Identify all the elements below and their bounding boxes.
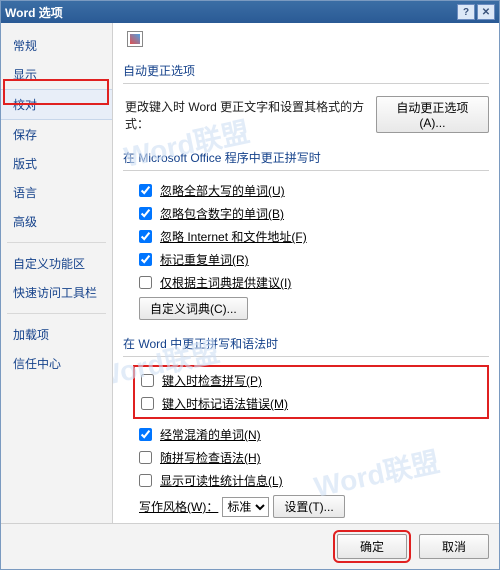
checkbox[interactable]: [139, 451, 152, 464]
sidebar-item-proofing[interactable]: 校对: [1, 89, 112, 120]
sidebar: 常规 显示 校对 保存 版式 语言 高级 自定义功能区 快速访问工具栏 加载项 …: [1, 23, 113, 523]
help-button[interactable]: ?: [457, 4, 475, 20]
opt-mark-grammar-typing[interactable]: 键入时标记语法错误(M): [137, 392, 485, 415]
autocorrect-line: 更改键入时 Word 更正文字和设置其格式的方式： 自动更正选项(A)...: [123, 92, 489, 137]
ok-button[interactable]: 确定: [337, 534, 407, 559]
opt-main-dict[interactable]: 仅根据主词典提供建议(I): [123, 271, 489, 294]
opt-ignore-numbers[interactable]: 忽略包含数字的单词(B): [123, 202, 489, 225]
checkbox[interactable]: [139, 207, 152, 220]
sidebar-item-ribbon[interactable]: 自定义功能区: [1, 249, 112, 278]
sidebar-item-advanced[interactable]: 高级: [1, 207, 112, 236]
settings-button[interactable]: 设置(T)...: [273, 495, 344, 518]
close-button[interactable]: ✕: [477, 4, 495, 20]
sidebar-item-display[interactable]: 显示: [1, 60, 112, 89]
opt-confused-words[interactable]: 经常混淆的单词(N): [123, 423, 489, 446]
writing-style-row: 写作风格(W)： 标准 设置(T)...: [123, 492, 489, 521]
sidebar-separator: [7, 242, 106, 243]
cancel-button[interactable]: 取消: [419, 534, 489, 559]
writing-style-select[interactable]: 标准: [222, 497, 269, 517]
checkbox[interactable]: [139, 474, 152, 487]
sidebar-item-language[interactable]: 语言: [1, 178, 112, 207]
sidebar-separator: [7, 313, 106, 314]
section-office: 在 Microsoft Office 程序中更正拼写时: [123, 143, 489, 171]
autocorrect-options-button[interactable]: 自动更正选项(A)...: [376, 96, 489, 133]
sidebar-item-trust[interactable]: 信任中心: [1, 349, 112, 378]
checkbox[interactable]: [139, 230, 152, 243]
opt-check-spelling-typing[interactable]: 键入时检查拼写(P): [137, 369, 485, 392]
section-word-spell: 在 Word 中更正拼写和语法时: [123, 329, 489, 357]
sidebar-item-qat[interactable]: 快速访问工具栏: [1, 278, 112, 307]
custom-dict-button[interactable]: 自定义词典(C)...: [139, 297, 248, 320]
opt-grammar-with-spell[interactable]: 随拼写检查语法(H): [123, 446, 489, 469]
checkbox[interactable]: [139, 428, 152, 441]
content-pane: Word联盟 Word联盟 Word联盟 自动更正选项 更改键入时 Word 更…: [113, 23, 499, 523]
sidebar-item-general[interactable]: 常规: [1, 31, 112, 60]
titlebar: Word 选项 ? ✕: [1, 1, 499, 23]
sidebar-item-save[interactable]: 保存: [1, 120, 112, 149]
checkbox[interactable]: [141, 374, 154, 387]
checkbox[interactable]: [139, 253, 152, 266]
page-icon: [127, 31, 143, 47]
section-autocorrect: 自动更正选项: [123, 56, 489, 84]
highlight-group-spellcheck: 键入时检查拼写(P) 键入时标记语法错误(M): [133, 365, 489, 419]
writing-style-label: 写作风格(W)：: [139, 498, 218, 515]
window-title: Word 选项: [5, 4, 455, 21]
sidebar-item-addins[interactable]: 加载项: [1, 320, 112, 349]
opt-ignore-uppercase[interactable]: 忽略全部大写的单词(U): [123, 179, 489, 202]
autocorrect-text: 更改键入时 Word 更正文字和设置其格式的方式：: [125, 98, 370, 132]
checkbox[interactable]: [139, 276, 152, 289]
checkbox[interactable]: [141, 397, 154, 410]
opt-readability-stats[interactable]: 显示可读性统计信息(L): [123, 469, 489, 492]
footer: 确定 取消: [1, 523, 499, 569]
opt-flag-repeat[interactable]: 标记重复单词(R): [123, 248, 489, 271]
checkbox[interactable]: [139, 184, 152, 197]
opt-ignore-internet[interactable]: 忽略 Internet 和文件地址(F): [123, 225, 489, 248]
sidebar-item-layout[interactable]: 版式: [1, 149, 112, 178]
